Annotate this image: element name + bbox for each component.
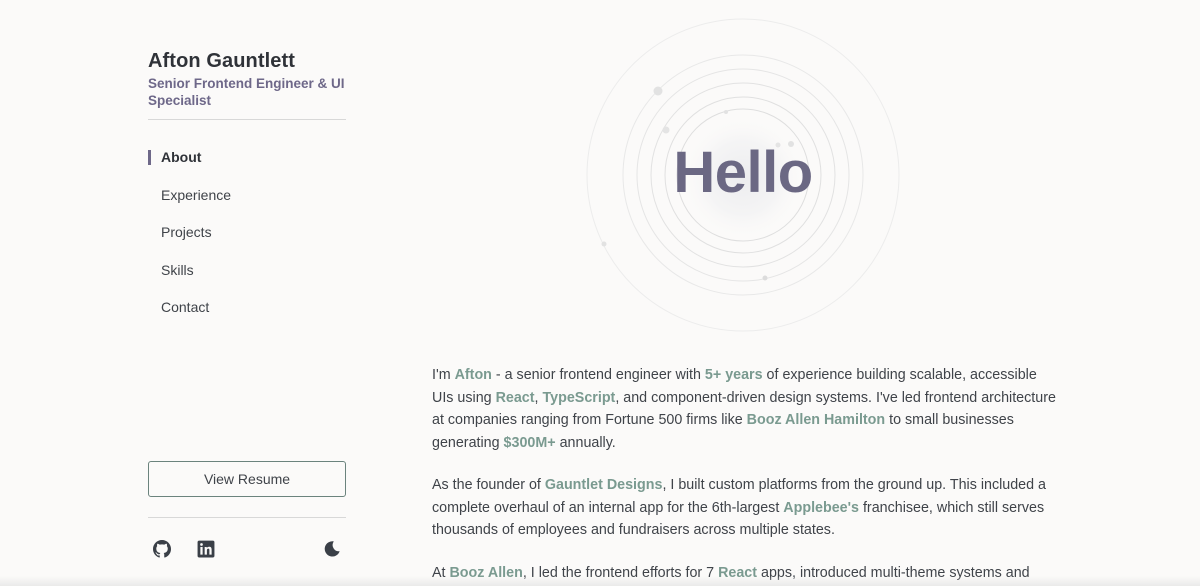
nav-item-skills[interactable]: Skills	[148, 260, 346, 280]
bio-text: I'm	[432, 367, 455, 383]
bio-text: As the founder of	[432, 477, 545, 493]
orbit-dot	[601, 241, 607, 247]
orbit-dot	[653, 86, 663, 96]
sidebar-divider-bottom	[148, 517, 346, 518]
github-icon[interactable]	[153, 540, 171, 558]
bio-highlight: Booz Allen Hamilton	[746, 412, 886, 428]
sidebar: Afton Gauntlett Senior Frontend Engineer…	[148, 0, 346, 586]
profile-role: Senior Frontend Engineer & UI Specialist	[148, 76, 345, 108]
nav-item-contact[interactable]: Contact	[148, 297, 346, 317]
moon-icon[interactable]	[323, 540, 341, 558]
bio-highlight: Applebee's	[783, 499, 859, 516]
bio-paragraph: I'm Afton - a senior frontend engineer w…	[432, 364, 1057, 454]
nav-item-label: Contact	[161, 299, 210, 315]
nav-item-label: Skills	[161, 261, 194, 278]
bio-paragraph: As the founder of Gauntlet Designs, I bu…	[432, 474, 1057, 542]
view-resume-button[interactable]: View Resume	[148, 461, 346, 497]
nav-item-label: About	[161, 149, 202, 165]
bio-highlight: TypeScript	[542, 389, 616, 406]
bio-text: - a senior frontend engineer with	[491, 367, 705, 383]
about-bio: I'm Afton - a senior frontend engineer w…	[432, 364, 1057, 586]
nav-item-about[interactable]: About	[148, 147, 346, 167]
nav-item-label: Projects	[161, 224, 212, 240]
nav-item-projects[interactable]: Projects	[148, 222, 346, 242]
bio-highlight: React	[495, 389, 535, 406]
linkedin-icon[interactable]	[197, 540, 215, 558]
nav-item-label: Experience	[161, 186, 232, 203]
profile-name: Afton Gauntlett	[148, 50, 296, 72]
orbit-dot	[762, 275, 768, 281]
active-nav-marker	[148, 150, 151, 165]
page: Afton Gauntlett Senior Frontend Engineer…	[0, 0, 1200, 586]
sidebar-divider	[148, 119, 346, 120]
sidebar-nav: About Experience Projects Skills Contact	[148, 147, 346, 335]
orbit-dot	[662, 126, 670, 134]
hero-graphic: Hello	[586, 18, 900, 332]
bottom-fade	[0, 576, 1200, 586]
bio-highlight: $300M+	[503, 434, 556, 451]
orbit-dot	[724, 110, 728, 114]
bio-highlight: 5+ years	[704, 367, 763, 383]
bio-highlight: Afton	[454, 367, 492, 383]
bio-text: annually.	[555, 434, 616, 451]
nav-item-experience[interactable]: Experience	[148, 185, 346, 205]
hello-heading: Hello	[673, 140, 813, 205]
bio-highlight: Gauntlet Designs	[544, 477, 663, 493]
